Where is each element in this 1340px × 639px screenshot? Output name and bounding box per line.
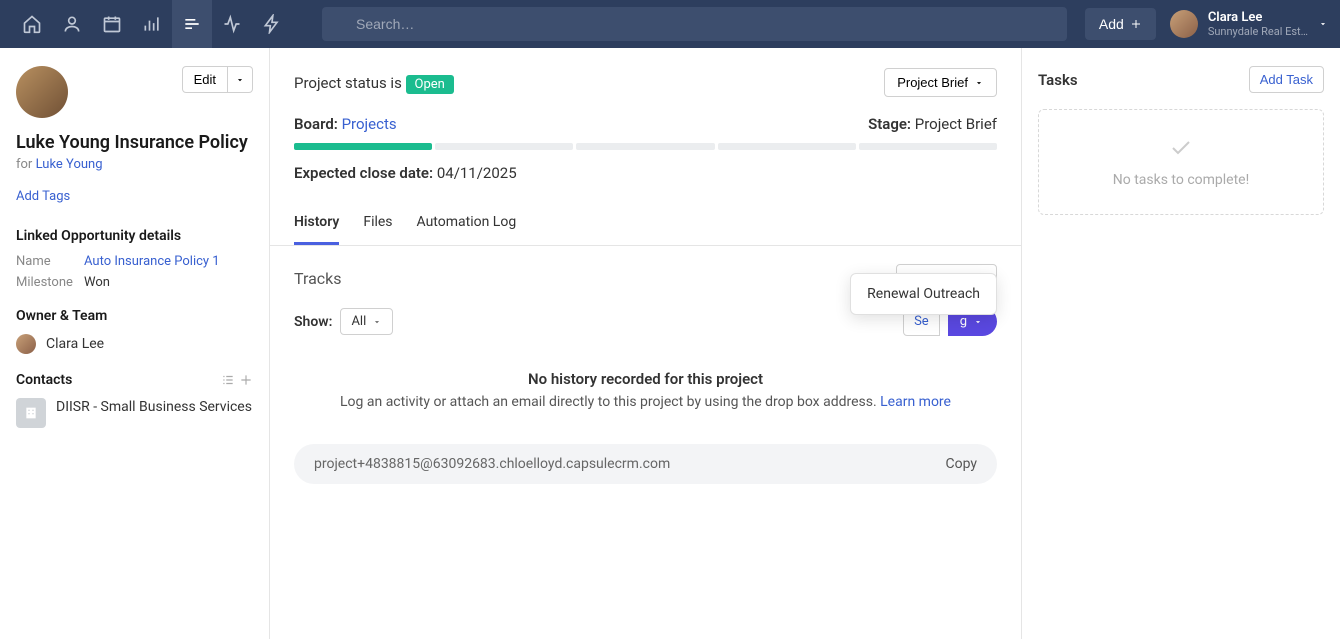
edit-button[interactable]: Edit [182, 66, 228, 93]
chart-icon[interactable] [132, 0, 172, 48]
copy-button[interactable]: Copy [945, 456, 977, 472]
owner-name: Clara Lee [46, 336, 104, 352]
check-icon [1169, 136, 1193, 160]
nav-icons [12, 0, 292, 48]
left-sidebar: Edit Luke Young Insurance Policy for Luk… [0, 48, 270, 639]
status-badge: Open [406, 75, 454, 94]
contact-row[interactable]: DIISR - Small Business Services [16, 398, 253, 428]
show-label: Show: [294, 314, 332, 330]
board-link[interactable]: Projects [342, 115, 397, 133]
for-link[interactable]: Luke Young [36, 157, 103, 172]
tracks-heading: Tracks [294, 269, 342, 288]
add-button[interactable]: Add [1085, 8, 1156, 40]
empty-state: No history recorded for this project Log… [270, 336, 1021, 430]
progress-seg[interactable] [718, 143, 856, 150]
add-tags[interactable]: Add Tags [16, 189, 70, 204]
contacts-heading: Contacts [16, 372, 72, 388]
user-menu[interactable]: Clara Lee Sunnydale Real Est… [1170, 10, 1328, 38]
list-icon[interactable] [172, 0, 212, 48]
building-icon [16, 398, 46, 428]
progress-seg[interactable] [859, 143, 997, 150]
search-input[interactable] [322, 7, 1067, 41]
add-label: Add [1099, 16, 1124, 32]
chevron-down-icon [974, 78, 984, 88]
empty-heading: No history recorded for this project [294, 370, 997, 388]
bolt-icon[interactable] [252, 0, 292, 48]
add-track-dropdown: Renewal Outreach [850, 273, 997, 315]
user-org: Sunnydale Real Est… [1208, 25, 1308, 38]
person-icon[interactable] [52, 0, 92, 48]
contact-name: DIISR - Small Business Services [56, 398, 252, 428]
close-date: Expected close date: 04/11/2025 [294, 164, 997, 182]
progress-seg[interactable] [435, 143, 573, 150]
chevron-down-icon [372, 317, 382, 327]
add-task-button[interactable]: Add Task [1249, 66, 1324, 93]
for-line: for Luke Young [16, 157, 253, 172]
owner-avatar [16, 334, 36, 354]
tab-files[interactable]: Files [363, 202, 392, 245]
learn-more-link[interactable]: Learn more [880, 394, 951, 410]
owner-heading: Owner & Team [16, 308, 253, 324]
project-brief-button[interactable]: Project Brief [884, 68, 997, 97]
tab-history[interactable]: History [294, 202, 339, 245]
stage-label: Stage: [868, 115, 911, 133]
milestone-value: Won [84, 275, 110, 290]
chevron-down-icon [1318, 19, 1328, 29]
main-panel: Project status is Open Project Brief Boa… [270, 48, 1022, 639]
progress-seg[interactable] [294, 143, 432, 150]
progress-seg[interactable] [576, 143, 714, 150]
activity-icon[interactable] [212, 0, 252, 48]
no-tasks-panel: No tasks to complete! [1038, 109, 1324, 215]
milestone-label: Milestone [16, 275, 84, 290]
dropbox-email-value: project+4838815@63092683.chloelloyd.caps… [314, 456, 670, 472]
list-view-icon[interactable] [221, 373, 235, 387]
chevron-down-icon [973, 317, 983, 327]
show-filter[interactable]: All [340, 308, 393, 335]
name-label: Name [16, 254, 84, 269]
tasks-heading: Tasks [1038, 71, 1078, 89]
stage-value: Project Brief [915, 115, 997, 133]
user-avatar [1170, 10, 1198, 38]
project-avatar [16, 66, 68, 118]
no-tasks-message: No tasks to complete! [1051, 172, 1311, 188]
tabs: History Files Automation Log [270, 202, 1021, 246]
progress-bar [294, 143, 997, 150]
tab-automation[interactable]: Automation Log [417, 202, 517, 245]
opportunity-link[interactable]: Auto Insurance Policy 1 [84, 254, 220, 269]
project-title: Luke Young Insurance Policy [16, 132, 253, 153]
dropbox-email: project+4838815@63092683.chloelloyd.caps… [294, 444, 997, 484]
edit-dropdown[interactable] [228, 66, 253, 93]
linked-heading: Linked Opportunity details [16, 228, 253, 244]
board-label: Board: [294, 115, 338, 133]
calendar-icon[interactable] [92, 0, 132, 48]
add-contact-icon[interactable] [239, 373, 253, 387]
action-buttons: Renewal Outreach Se g [903, 307, 997, 336]
plus-icon [1130, 18, 1142, 30]
top-nav: Add Clara Lee Sunnydale Real Est… [0, 0, 1340, 48]
search-wrap [322, 7, 1067, 41]
right-sidebar: Tasks Add Task No tasks to complete! [1022, 48, 1340, 639]
home-icon[interactable] [12, 0, 52, 48]
user-name: Clara Lee [1208, 10, 1308, 25]
status-text: Project status is Open [294, 74, 454, 92]
dropdown-item-renewal[interactable]: Renewal Outreach [867, 286, 980, 302]
